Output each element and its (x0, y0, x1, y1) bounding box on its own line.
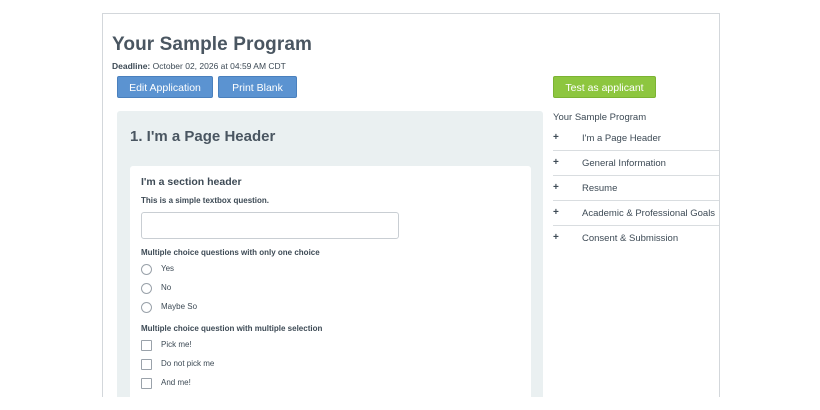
sidebar-item-label: Consent & Submission (582, 233, 679, 244)
checkbox-option-label: Pick me! (161, 340, 192, 349)
sidebar-title: Your Sample Program (553, 112, 647, 123)
textbox-answer-input[interactable] (141, 212, 399, 239)
sidebar-item-label: I'm a Page Header (582, 133, 661, 144)
radio-option-label: No (161, 283, 172, 292)
checkbox[interactable] (141, 340, 152, 351)
radio-option-label: Maybe So (161, 302, 198, 311)
sidebar-item-academic-professional-goals[interactable]: + Academic & Professional Goals (553, 201, 719, 226)
sidebar-item-label: General Information (582, 158, 666, 169)
application-frame: Your Sample Program Deadline: October 02… (102, 13, 720, 397)
single-choice-question-label: Multiple choice questions with only one … (141, 248, 320, 257)
sidebar-item-label: Academic & Professional Goals (582, 208, 716, 219)
test-as-applicant-button[interactable]: Test as applicant (553, 76, 656, 98)
section-card: I'm a section header This is a simple te… (130, 166, 531, 397)
checkbox[interactable] (141, 359, 152, 370)
checkbox-option-label: Do not pick me (161, 359, 215, 368)
radio-button[interactable] (141, 264, 152, 275)
textbox-question-label: This is a simple textbox question. (141, 196, 270, 205)
deadline: Deadline: October 02, 2026 at 04:59 AM C… (112, 61, 286, 71)
sidebar-item-resume[interactable]: + Resume (553, 176, 719, 201)
program-title: Your Sample Program (112, 34, 313, 55)
plus-icon[interactable]: + (553, 182, 559, 193)
sidebar-item-page-header[interactable]: + I'm a Page Header (553, 126, 719, 151)
page-header: 1. I'm a Page Header (130, 128, 276, 145)
sidebar-item-consent-submission[interactable]: + Consent & Submission (553, 226, 719, 251)
plus-icon[interactable]: + (553, 207, 559, 218)
deadline-label: Deadline: (112, 61, 151, 71)
sidebar-item-label: Resume (582, 183, 618, 194)
radio-button[interactable] (141, 283, 152, 294)
print-blank-button[interactable]: Print Blank (218, 76, 297, 98)
checkbox-option-label: And me! (161, 378, 191, 387)
radio-button[interactable] (141, 302, 152, 313)
sidebar-outline: Your Sample Program + I'm a Page Header … (553, 112, 719, 251)
multi-choice-question-label: Multiple choice question with multiple s… (141, 324, 323, 333)
sidebar-item-general-information[interactable]: + General Information (553, 151, 719, 176)
form-preview-panel: 1. I'm a Page Header I'm a section heade… (117, 111, 543, 397)
edit-application-button[interactable]: Edit Application (117, 76, 213, 98)
radio-option-label: Yes (161, 264, 175, 273)
plus-icon[interactable]: + (553, 232, 559, 243)
checkbox[interactable] (141, 378, 152, 389)
section-header: I'm a section header (141, 176, 242, 188)
plus-icon[interactable]: + (553, 157, 559, 168)
plus-icon[interactable]: + (553, 132, 559, 143)
deadline-value: October 02, 2026 at 04:59 AM CDT (150, 61, 286, 71)
